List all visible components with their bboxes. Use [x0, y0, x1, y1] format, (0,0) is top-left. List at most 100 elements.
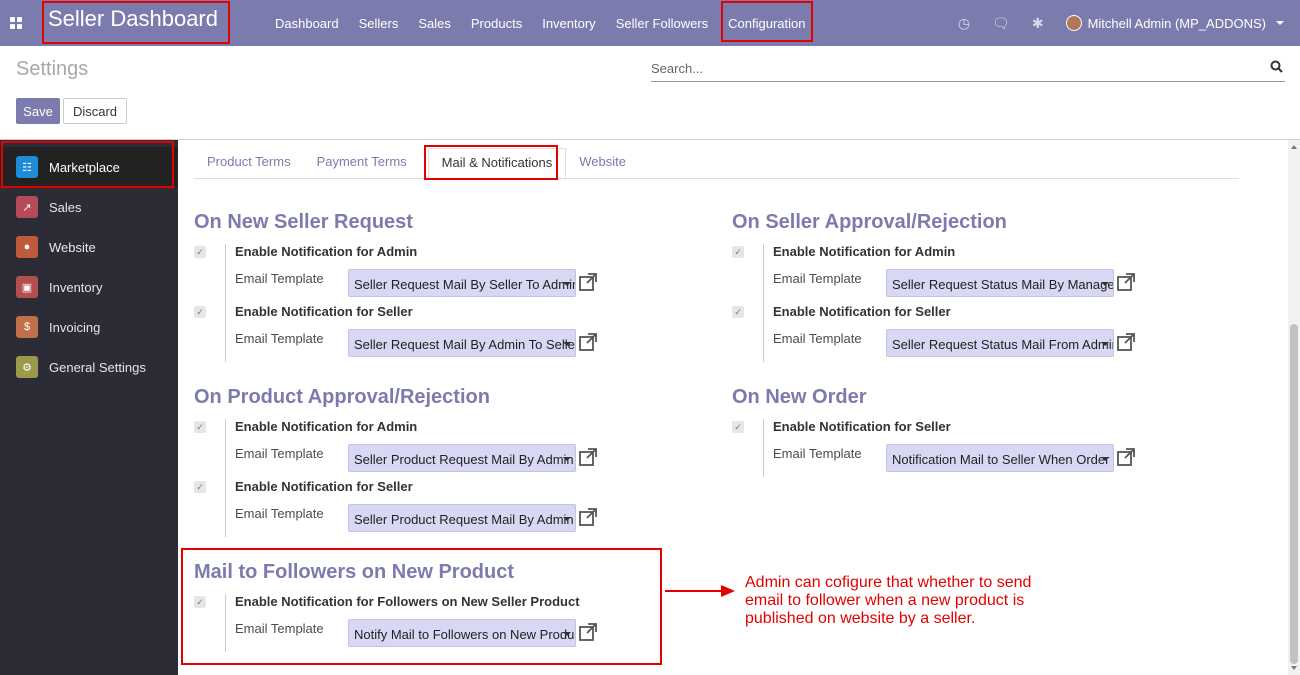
caret-down-icon: [1276, 21, 1284, 25]
external-link-icon[interactable]: [579, 333, 597, 351]
template-label: Email Template: [773, 331, 862, 346]
highlight-tab: [424, 145, 558, 180]
divider: [0, 139, 1300, 140]
save-button[interactable]: Save: [16, 98, 60, 124]
divider: [225, 419, 226, 537]
caret-down-icon: [563, 342, 571, 346]
external-link-icon[interactable]: [579, 448, 597, 466]
tab-payment-terms[interactable]: Payment Terms: [304, 148, 420, 178]
caret-down-icon: [563, 517, 571, 521]
highlight-marketplace: [1, 141, 174, 188]
chat-icon[interactable]: 🗨: [992, 15, 1010, 32]
sidebar-item-general-settings[interactable]: ⚙ General Settings: [0, 347, 178, 387]
caret-down-icon: [563, 282, 571, 286]
setting-label: Enable Notification for Seller: [773, 304, 951, 319]
checkbox[interactable]: ✓: [194, 481, 206, 493]
external-link-icon[interactable]: [1117, 273, 1135, 291]
checkbox[interactable]: ✓: [732, 246, 744, 258]
menu-sellers[interactable]: Sellers: [349, 16, 409, 31]
user-name: Mitchell Admin (MP_ADDONS): [1087, 15, 1266, 31]
annotation-text: Admin can cofigure that whether to send …: [745, 574, 1032, 627]
clock-icon[interactable]: ◷: [958, 15, 970, 32]
caret-down-icon: [1101, 342, 1109, 346]
section-title: On Seller Approval/Rejection: [732, 211, 1007, 233]
setting-label: Enable Notification for Seller: [235, 304, 413, 319]
email-template-select[interactable]: Seller Product Request Mail By Admin: [348, 504, 576, 532]
email-template-select[interactable]: Seller Request Status Mail From Admin: [886, 329, 1114, 357]
checkbox[interactable]: ✓: [194, 421, 206, 433]
checkbox[interactable]: ✓: [194, 306, 206, 318]
sidebar-item-label: Invoicing: [49, 319, 101, 335]
tab-website[interactable]: Website: [566, 148, 639, 178]
section-title: On New Seller Request: [194, 211, 413, 233]
template-label: Email Template: [773, 271, 862, 286]
sidebar-item-label: Website: [49, 239, 96, 255]
scroll-up-icon[interactable]: [1291, 145, 1297, 149]
template-label: Email Template: [235, 331, 324, 346]
section-title: On New Order: [732, 386, 867, 408]
highlight-configuration: [721, 1, 813, 42]
template-label: Email Template: [235, 446, 324, 461]
annotation-arrow: [665, 590, 723, 592]
sales-icon: ↗: [16, 196, 38, 218]
arrow-right-icon: [721, 585, 735, 597]
page-title: Settings: [16, 58, 89, 80]
scroll-down-icon[interactable]: [1291, 666, 1297, 670]
setting-label: Enable Notification for Seller: [773, 419, 951, 434]
settings-tabs: Product Terms Payment Terms Mail & Notif…: [194, 148, 1239, 179]
sidebar-item-invoicing[interactable]: $ Invoicing: [0, 307, 178, 347]
external-link-icon[interactable]: [579, 508, 597, 526]
globe-icon: ●: [16, 236, 38, 258]
external-link-icon[interactable]: [1117, 333, 1135, 351]
menu-products[interactable]: Products: [461, 16, 532, 31]
menu-sales[interactable]: Sales: [408, 16, 461, 31]
setting-label: Enable Notification for Admin: [235, 419, 418, 434]
search-box: [651, 58, 1285, 82]
sidebar-item-website[interactable]: ● Website: [0, 227, 178, 267]
apps-icon[interactable]: [0, 0, 32, 46]
divider: [225, 244, 226, 362]
email-template-select[interactable]: Seller Request Mail By Seller To Admin: [348, 269, 576, 297]
sidebar-item-sales[interactable]: ↗ Sales: [0, 187, 178, 227]
divider: [763, 244, 764, 362]
highlight-followers-section: [181, 548, 662, 665]
menu-seller-followers[interactable]: Seller Followers: [606, 16, 718, 31]
checkbox[interactable]: ✓: [194, 246, 206, 258]
email-template-select[interactable]: Seller Product Request Mail By Admin: [348, 444, 576, 472]
email-template-select[interactable]: Seller Request Mail By Admin To Seller: [348, 329, 576, 357]
template-label: Email Template: [235, 506, 324, 521]
search-icon[interactable]: [1270, 60, 1283, 76]
menu-inventory[interactable]: Inventory: [532, 16, 605, 31]
caret-down-icon: [1101, 282, 1109, 286]
checkbox[interactable]: ✓: [732, 421, 744, 433]
email-template-select[interactable]: Notification Mail to Seller When Order: [886, 444, 1114, 472]
systray: ◷ 🗨 ✱ Mitchell Admin (MP_ADDONS): [958, 0, 1284, 46]
caret-down-icon: [1101, 457, 1109, 461]
template-label: Email Template: [773, 446, 862, 461]
sidebar-item-inventory[interactable]: ▣ Inventory: [0, 267, 178, 307]
search-input[interactable]: [651, 58, 1251, 78]
discard-button[interactable]: Discard: [63, 98, 127, 124]
setting-label: Enable Notification for Admin: [773, 244, 956, 259]
gear-icon: ⚙: [16, 356, 38, 378]
section-title: On Product Approval/Rejection: [194, 386, 490, 408]
external-link-icon[interactable]: [1117, 448, 1135, 466]
tab-product-terms[interactable]: Product Terms: [194, 148, 304, 178]
email-template-select[interactable]: Seller Request Status Mail By Manager: [886, 269, 1114, 297]
scrollbar-thumb[interactable]: [1290, 324, 1298, 664]
divider: [763, 419, 764, 477]
user-menu[interactable]: Mitchell Admin (MP_ADDONS): [1065, 15, 1284, 31]
invoice-icon: $: [16, 316, 38, 338]
sidebar-item-label: General Settings: [49, 359, 146, 375]
checkbox[interactable]: ✓: [732, 306, 744, 318]
setting-label: Enable Notification for Admin: [235, 244, 418, 259]
menu-dashboard[interactable]: Dashboard: [265, 16, 349, 31]
settings-sidebar: ☷ Marketplace ↗ Sales ● Website ▣ Invent…: [0, 140, 178, 675]
vertical-scrollbar[interactable]: [1288, 140, 1300, 675]
external-link-icon[interactable]: [579, 273, 597, 291]
setting-label: Enable Notification for Seller: [235, 479, 413, 494]
highlight-brand: [42, 1, 230, 44]
bug-icon[interactable]: ✱: [1032, 15, 1044, 32]
inventory-icon: ▣: [16, 276, 38, 298]
caret-down-icon: [563, 457, 571, 461]
